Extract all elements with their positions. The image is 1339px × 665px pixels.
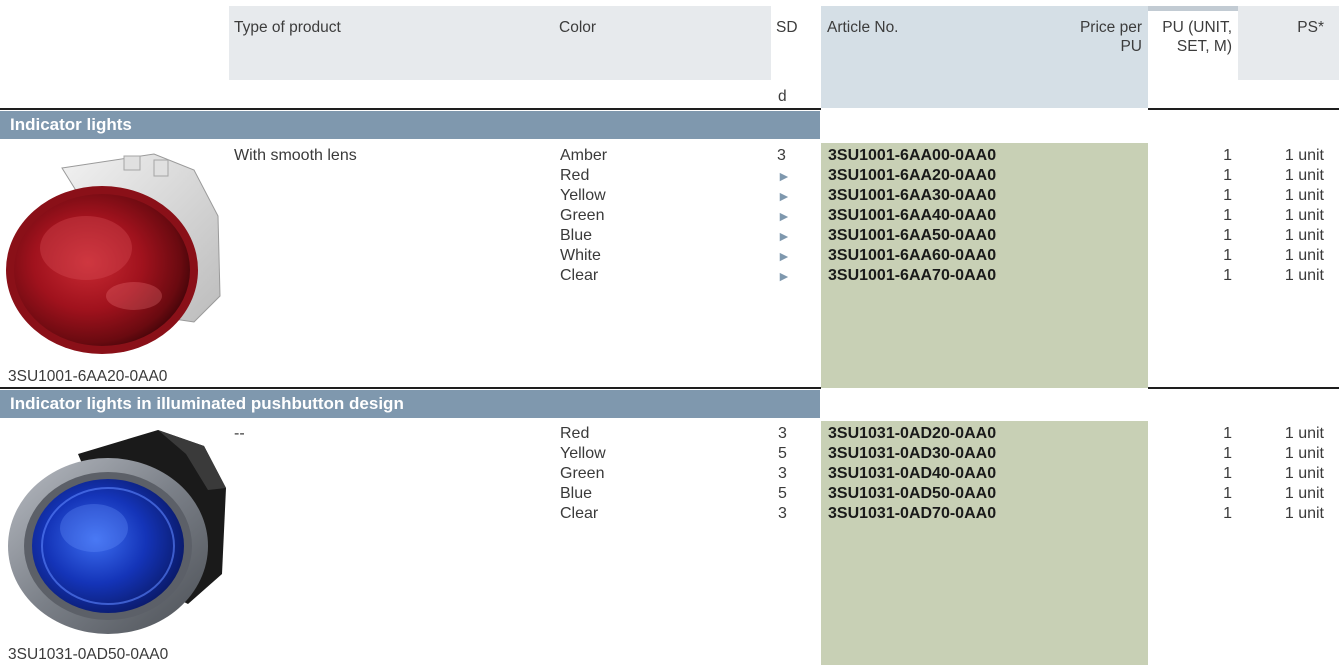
pu-cell: 1: [1223, 465, 1232, 482]
pu-cell: 1: [1223, 505, 1232, 522]
header-type-of-product: Type of product: [234, 19, 341, 36]
article-number: 3SU1001-6AA20-0AA0: [828, 167, 997, 184]
article-list-2: 3SU1031-0AD20-0AA0 3SU1031-0AD30-0AA0 3S…: [828, 424, 996, 524]
pu-cell: 1: [1223, 227, 1232, 244]
article-number: 3SU1001-6AA00-0AA0: [828, 147, 997, 164]
blue-pushbutton-indicator-icon: [8, 430, 226, 634]
header-price: Price per PU: [1079, 19, 1142, 55]
article-number: 3SU1031-0AD40-0AA0: [828, 465, 997, 482]
ps-cell: 1 unit: [1284, 207, 1324, 224]
ps-cell: 1 unit: [1284, 267, 1324, 284]
header-ps: PS*: [1297, 19, 1324, 36]
color-list-1: Amber Red Yellow Green Blue White Clear: [560, 146, 607, 286]
triangle-right-icon: ►: [777, 248, 791, 264]
color-cell: Yellow: [560, 445, 606, 462]
color-list-2: Red Yellow Green Blue Clear: [560, 424, 606, 524]
article-number: 3SU1001-6AA60-0AA0: [828, 247, 997, 264]
article-number: 3SU1001-6AA40-0AA0: [828, 207, 997, 224]
pu-list-1: 1 1 1 1 1 1 1: [1200, 146, 1232, 286]
article-number: 3SU1001-6AA50-0AA0: [828, 227, 997, 244]
sd-list-1: 3 ► ► ► ► ► ►: [777, 146, 791, 286]
article-number: 3SU1001-6AA30-0AA0: [828, 187, 997, 204]
color-cell: Green: [560, 465, 605, 482]
sd-cell: 3: [778, 505, 787, 522]
ps-cell: 1 unit: [1284, 247, 1324, 264]
ps-cell: 1 unit: [1284, 167, 1324, 184]
type-of-product-1: With smooth lens: [234, 147, 357, 164]
ps-cell: 1 unit: [1284, 465, 1324, 482]
color-cell: Yellow: [560, 187, 606, 204]
product-image-caption-1: 3SU1001-6AA20-0AA0: [8, 368, 168, 385]
sd-cell: 3: [778, 425, 787, 442]
pu-cell: 1: [1223, 247, 1232, 264]
triangle-right-icon: ►: [777, 208, 791, 224]
product-image-caption-2: 3SU1031-0AD50-0AA0: [8, 646, 169, 663]
article-number: 3SU1031-0AD20-0AA0: [828, 425, 997, 442]
pu-cell: 1: [1223, 167, 1232, 184]
ps-cell: 1 unit: [1284, 505, 1324, 522]
header-article-no: Article No.: [827, 19, 899, 36]
color-cell: Blue: [560, 227, 593, 244]
triangle-right-icon: ►: [777, 268, 791, 284]
pu-cell: 1: [1223, 485, 1232, 502]
article-number: 3SU1031-0AD70-0AA0: [828, 505, 997, 522]
section-title-indicator-lights: Indicator lights: [0, 111, 820, 139]
color-cell: Clear: [560, 267, 599, 284]
ps-cell: 1 unit: [1284, 425, 1324, 442]
pu-cell: 1: [1223, 445, 1232, 462]
triangle-right-icon: ►: [777, 168, 791, 184]
color-cell: Blue: [560, 485, 593, 502]
article-number: 3SU1031-0AD50-0AA0: [828, 485, 997, 502]
sd-cell: 5: [778, 485, 787, 502]
color-cell: Clear: [560, 505, 599, 522]
red-indicator-light-icon: [6, 153, 221, 354]
color-cell: Red: [560, 425, 590, 442]
pu-cell: 1: [1223, 425, 1232, 442]
type-of-product-2: --: [234, 425, 245, 442]
header-color: Color: [559, 19, 597, 36]
pu-list-2: 1 1 1 1 1: [1200, 424, 1232, 524]
color-cell: White: [560, 247, 601, 264]
ps-cell: 1 unit: [1284, 485, 1324, 502]
sd-cell: 5: [778, 445, 787, 462]
sd-cell: 3: [777, 147, 786, 164]
ps-cell: 1 unit: [1284, 187, 1324, 204]
ps-list-2: 1 unit 1 unit 1 unit 1 unit 1 unit: [1262, 424, 1324, 524]
sd-cell: 3: [778, 465, 787, 482]
color-cell: Green: [560, 207, 605, 224]
ps-cell: 1 unit: [1284, 445, 1324, 462]
header-sd: SD: [776, 19, 798, 36]
article-list-1: 3SU1001-6AA00-0AA0 3SU1001-6AA20-0AA0 3S…: [828, 146, 996, 286]
triangle-right-icon: ►: [777, 188, 791, 204]
triangle-right-icon: ►: [777, 228, 791, 244]
header-sd-unit: d: [778, 88, 787, 105]
ps-cell: 1 unit: [1284, 147, 1324, 164]
section-title-illuminated-pushbutton: Indicator lights in illuminated pushbutt…: [0, 390, 820, 418]
ps-list-1: 1 unit 1 unit 1 unit 1 unit 1 unit 1 uni…: [1262, 146, 1324, 286]
color-cell: Red: [560, 167, 590, 184]
pu-cell: 1: [1223, 187, 1232, 204]
color-cell: Amber: [560, 147, 608, 164]
pu-cell: 1: [1223, 207, 1232, 224]
ps-cell: 1 unit: [1284, 227, 1324, 244]
header-pu: PU (UNIT, SET, M): [1162, 19, 1232, 55]
article-number: 3SU1031-0AD30-0AA0: [828, 445, 997, 462]
pu-cell: 1: [1223, 267, 1232, 284]
pu-cell: 1: [1223, 147, 1232, 164]
sd-list-2: 3 5 3 5 3: [778, 424, 787, 524]
article-number: 3SU1001-6AA70-0AA0: [828, 267, 997, 284]
